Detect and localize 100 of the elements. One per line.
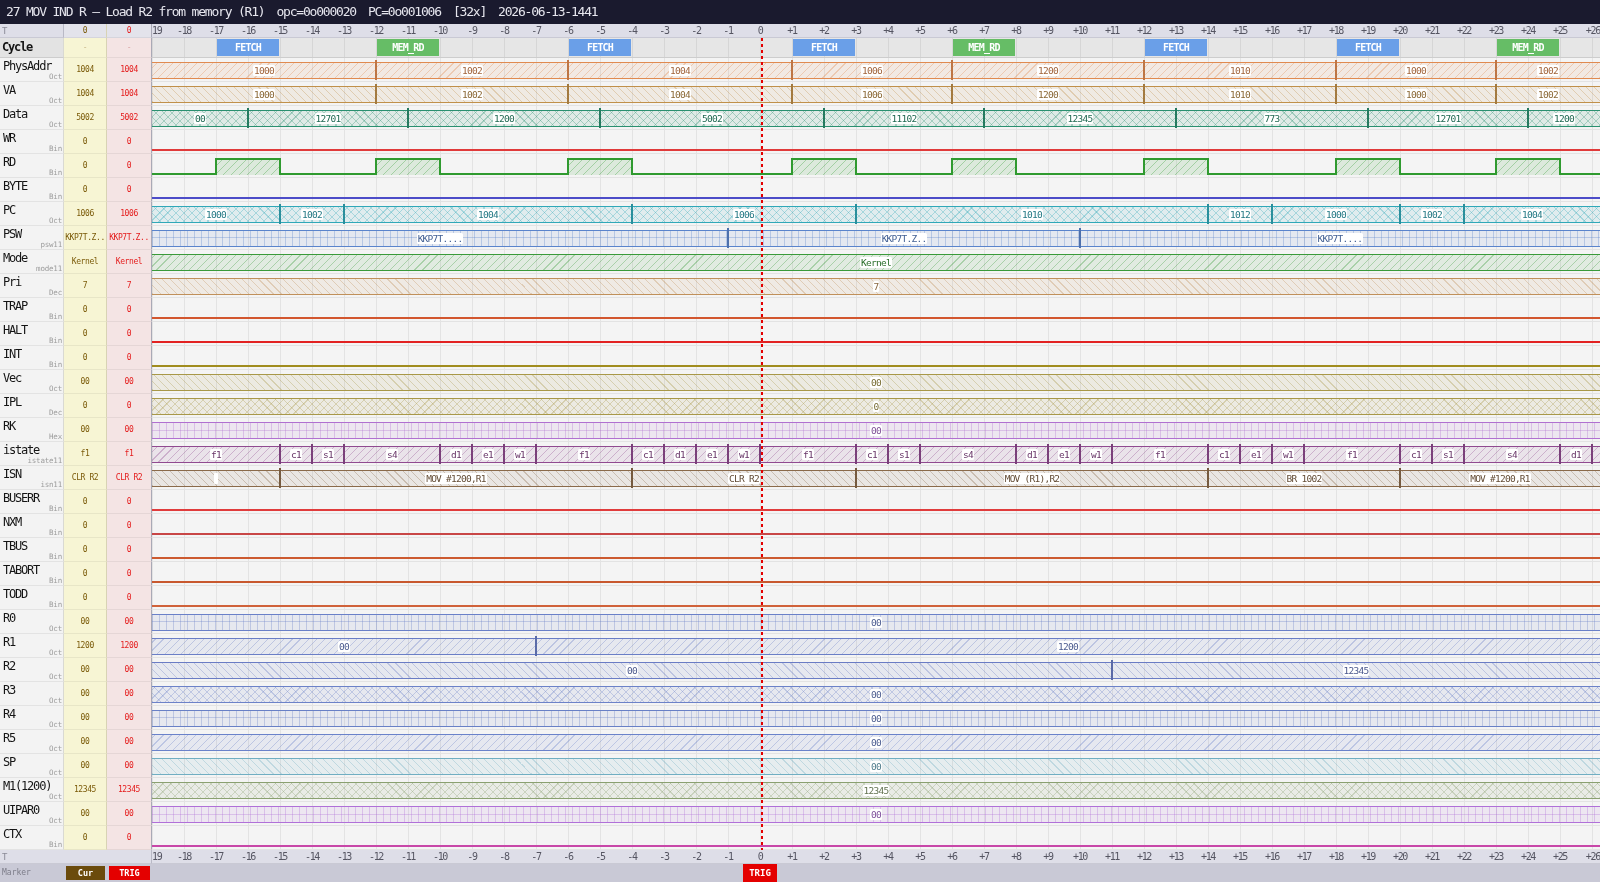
trigger-marker[interactable]: TRIG: [109, 866, 150, 880]
cursor-marker[interactable]: Cur: [66, 866, 105, 880]
tick-label: +23: [1488, 850, 1504, 863]
trigger-value: 1004: [120, 88, 138, 99]
bus-value: KKP7T.Z..: [880, 232, 928, 244]
bus-value: f1: [1154, 448, 1166, 460]
cursor-value: 0: [82, 136, 88, 147]
tick-label: -18: [176, 850, 192, 863]
cursor-value: 0: [82, 496, 88, 507]
cursor-value: 00: [80, 424, 90, 435]
cycle-phase: MEM_RD: [1497, 39, 1560, 56]
tick-label: -10: [432, 24, 448, 37]
tick-label: -5: [595, 850, 605, 863]
trigger-value: 1200: [120, 640, 138, 651]
bus-value: 1200: [1037, 88, 1059, 100]
bus-value: e1: [482, 448, 494, 460]
trigger-value: 0: [126, 160, 132, 171]
tick-label: -2: [691, 850, 701, 863]
signal-name: R3: [3, 684, 16, 697]
tick-label: 0: [757, 850, 763, 863]
cursor-value: 0: [82, 520, 88, 531]
bus-value: d1: [674, 448, 686, 460]
bus-value: 00: [870, 808, 882, 820]
bus-value: 1004: [669, 88, 691, 100]
tick-label: -1: [723, 850, 733, 863]
bus-value: 7: [872, 280, 880, 292]
bus-value: e1: [1250, 448, 1262, 460]
bus-value: 1200: [1553, 112, 1575, 124]
bus-value: 773: [1263, 112, 1281, 124]
trigger-value: 1006: [120, 208, 138, 219]
bus-value: 1200: [493, 112, 515, 124]
cursor-value: 00: [80, 616, 90, 627]
bus-value: s4: [962, 448, 974, 460]
signal-name: Cycle: [2, 41, 33, 54]
cycle-phase: FETCH: [1145, 39, 1207, 56]
tick-label: +7: [979, 24, 989, 37]
bus-value: s1: [322, 448, 334, 460]
signal-name: M1(1200): [3, 780, 52, 793]
signal-name: Data: [3, 108, 28, 121]
tick-label: +5: [915, 24, 925, 37]
trigger-value: 5002: [120, 112, 138, 123]
bus-value: 1000: [253, 64, 275, 76]
bus-value: s1: [1442, 448, 1454, 460]
bus-value: c1: [290, 448, 302, 460]
tick-label: +10: [1072, 24, 1088, 37]
bus-value: 00: [626, 664, 638, 676]
trigger-value: 00: [124, 376, 134, 387]
trigger-value: Kernel: [115, 256, 143, 267]
trigger-value: 00: [124, 616, 134, 627]
tick-label: -16: [240, 24, 256, 37]
trigger-value: 0: [126, 592, 132, 603]
tick-label: -9: [467, 24, 477, 37]
signal-name: RD: [3, 156, 16, 169]
bus-value: w1: [1090, 448, 1102, 460]
bus-value: 00: [870, 376, 882, 388]
tick-label: -6: [563, 850, 573, 863]
cursor-value: 0: [82, 328, 88, 339]
cursor-value: 0: [82, 352, 88, 363]
tick-label: +12: [1136, 24, 1152, 37]
tick-label: +15: [1232, 24, 1248, 37]
bus-value: d1: [450, 448, 462, 460]
tick-label: +22: [1456, 24, 1472, 37]
cycle-phase: FETCH: [793, 39, 855, 56]
tick-label: +14: [1200, 24, 1216, 37]
tick-label: +20: [1392, 850, 1408, 863]
cursor-value: 00: [80, 760, 90, 771]
bus-value: 00: [870, 760, 882, 772]
tick-label: +13: [1168, 850, 1184, 863]
bus-value: 1002: [1537, 64, 1559, 76]
trigger-value: 0: [126, 832, 132, 843]
tick-label: +9: [1043, 24, 1053, 37]
tick-label: -3: [659, 850, 669, 863]
cursor-time: 0: [82, 25, 88, 36]
trigger-value: 00: [124, 760, 134, 771]
cursor-value: 00: [80, 712, 90, 723]
bus-value: s4: [386, 448, 398, 460]
signal-name: PhysAddr: [3, 60, 52, 73]
trigger-value: 00: [124, 736, 134, 747]
bus-value: 1006: [733, 208, 755, 220]
tick-label: +24: [1520, 850, 1536, 863]
bus-value: 0: [872, 400, 880, 412]
bus-value: 00: [870, 712, 882, 724]
bus-value: 12345: [1342, 664, 1370, 676]
bus-value: c1: [642, 448, 654, 460]
title-text: opc=0o000020: [276, 4, 356, 20]
tick-label: +7: [979, 850, 989, 863]
tick-label: +5: [915, 850, 925, 863]
bus-value: f1: [578, 448, 590, 460]
cursor-value: 0: [82, 304, 88, 315]
tick-label: -18: [176, 24, 192, 37]
trigger-flag[interactable]: TRIG: [743, 864, 777, 882]
cursor-value: 00: [80, 808, 90, 819]
tick-label: +11: [1104, 850, 1120, 863]
bus-value: 00: [338, 640, 350, 652]
bus-value: 1006: [861, 88, 883, 100]
signal-name: istate: [3, 444, 40, 457]
cursor-value: f1: [80, 448, 90, 459]
tick-label: +26: [1585, 850, 1600, 863]
title-text: 2026-06-13-1441: [498, 4, 598, 20]
trigger-value: KKP7T.Z..: [109, 232, 149, 243]
